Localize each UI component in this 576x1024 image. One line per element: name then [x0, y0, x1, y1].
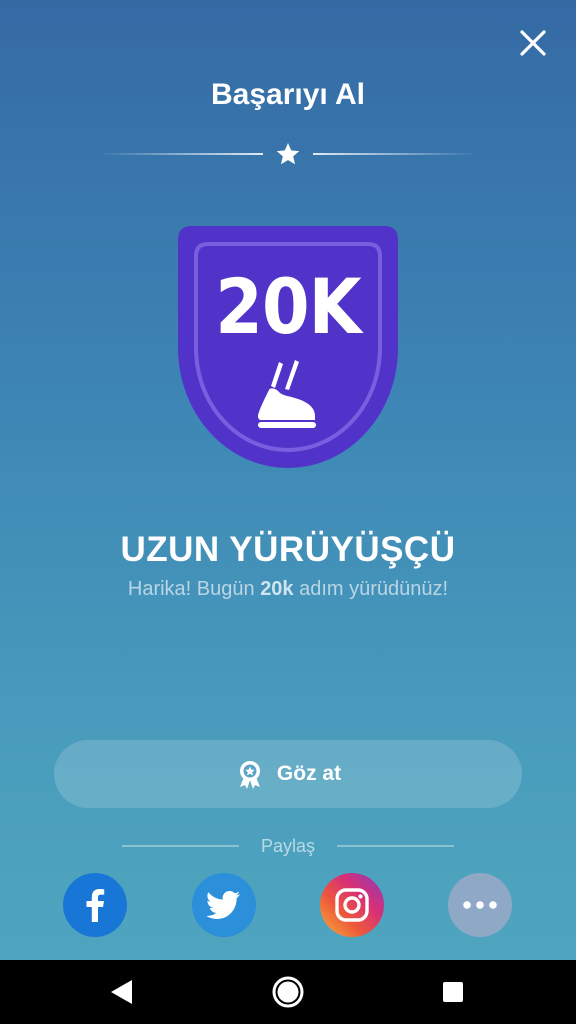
award-icon — [239, 761, 260, 789]
twitter-share-button[interactable] — [192, 873, 256, 937]
facebook-icon — [86, 889, 105, 922]
badge-label: 20K — [215, 262, 361, 351]
view-button-label: Göz at — [276, 762, 342, 785]
achievement-screen: Başarıyı Al 20K UZUN YÜRÜYÜŞÇÜ Harika! B… — [0, 0, 576, 960]
view-button[interactable]: Göz at — [54, 740, 522, 808]
twitter-icon — [207, 891, 240, 919]
star-icon — [276, 143, 300, 165]
nav-home-button[interactable] — [267, 972, 309, 1012]
divider-line — [337, 845, 454, 847]
more-share-button[interactable] — [448, 873, 512, 937]
instagram-share-button[interactable] — [320, 873, 384, 937]
home-circle-icon — [272, 976, 304, 1008]
system-nav-bar — [0, 960, 576, 1024]
nav-recents-button[interactable] — [432, 972, 474, 1012]
more-icon — [463, 901, 497, 909]
star-divider — [98, 143, 478, 165]
achievement-name: UZUN YÜRÜYÜŞÇÜ — [120, 530, 456, 569]
recents-square-icon — [443, 982, 463, 1002]
facebook-share-button[interactable] — [63, 873, 127, 937]
achievement-description: Harika! Bugün 20k adım yürüdünüz! — [127, 578, 449, 600]
sneaker-icon — [257, 360, 316, 428]
page-title: Başarıyı Al — [211, 78, 365, 111]
nav-back-button[interactable] — [101, 972, 143, 1012]
share-divider: Paylaş — [122, 832, 454, 860]
back-triangle-icon — [111, 980, 132, 1004]
share-label: Paylaş — [260, 835, 316, 856]
close-button[interactable] — [512, 22, 554, 64]
close-icon — [520, 30, 546, 56]
instagram-icon — [335, 888, 369, 922]
divider-line — [122, 845, 239, 847]
